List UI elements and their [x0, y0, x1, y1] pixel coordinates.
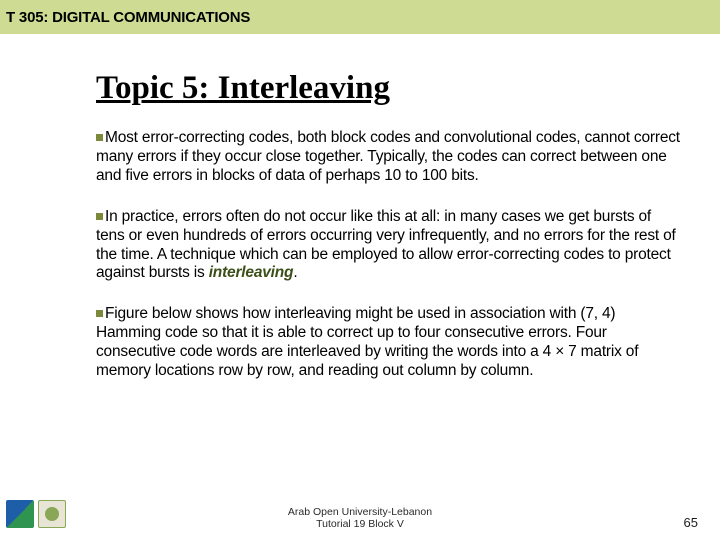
bullet-icon — [96, 213, 103, 220]
bullet-icon — [96, 310, 103, 317]
paragraph-3: Figure below shows how interleaving migh… — [96, 305, 680, 381]
paragraph-1-text: Most error-correcting codes, both block … — [96, 129, 680, 184]
paragraph-2-text-a: In practice, errors often do not occur l… — [96, 208, 676, 282]
bullet-icon — [96, 134, 103, 141]
header-bar: T 305: DIGITAL COMMUNICATIONS — [0, 0, 720, 34]
footer-line-1: Arab Open University-Lebanon — [0, 506, 720, 518]
course-code-title: T 305: DIGITAL COMMUNICATIONS — [6, 9, 250, 26]
paragraph-3-text: Figure below shows how interleaving migh… — [96, 305, 638, 379]
page-number: 65 — [684, 515, 698, 530]
content-area: Topic 5: Interleaving Most error-correct… — [96, 70, 680, 403]
slide: T 305: DIGITAL COMMUNICATIONS Topic 5: I… — [0, 0, 720, 540]
paragraph-1: Most error-correcting codes, both block … — [96, 129, 680, 186]
paragraph-2-emphasis: interleaving — [209, 264, 294, 281]
footer-line-2: Tutorial 19 Block V — [0, 518, 720, 530]
topic-title: Topic 5: Interleaving — [96, 70, 680, 107]
footer: Arab Open University-Lebanon Tutorial 19… — [0, 506, 720, 530]
paragraph-2: In practice, errors often do not occur l… — [96, 208, 680, 284]
left-sidebar — [0, 34, 80, 540]
paragraph-2-text-b: . — [293, 264, 297, 281]
